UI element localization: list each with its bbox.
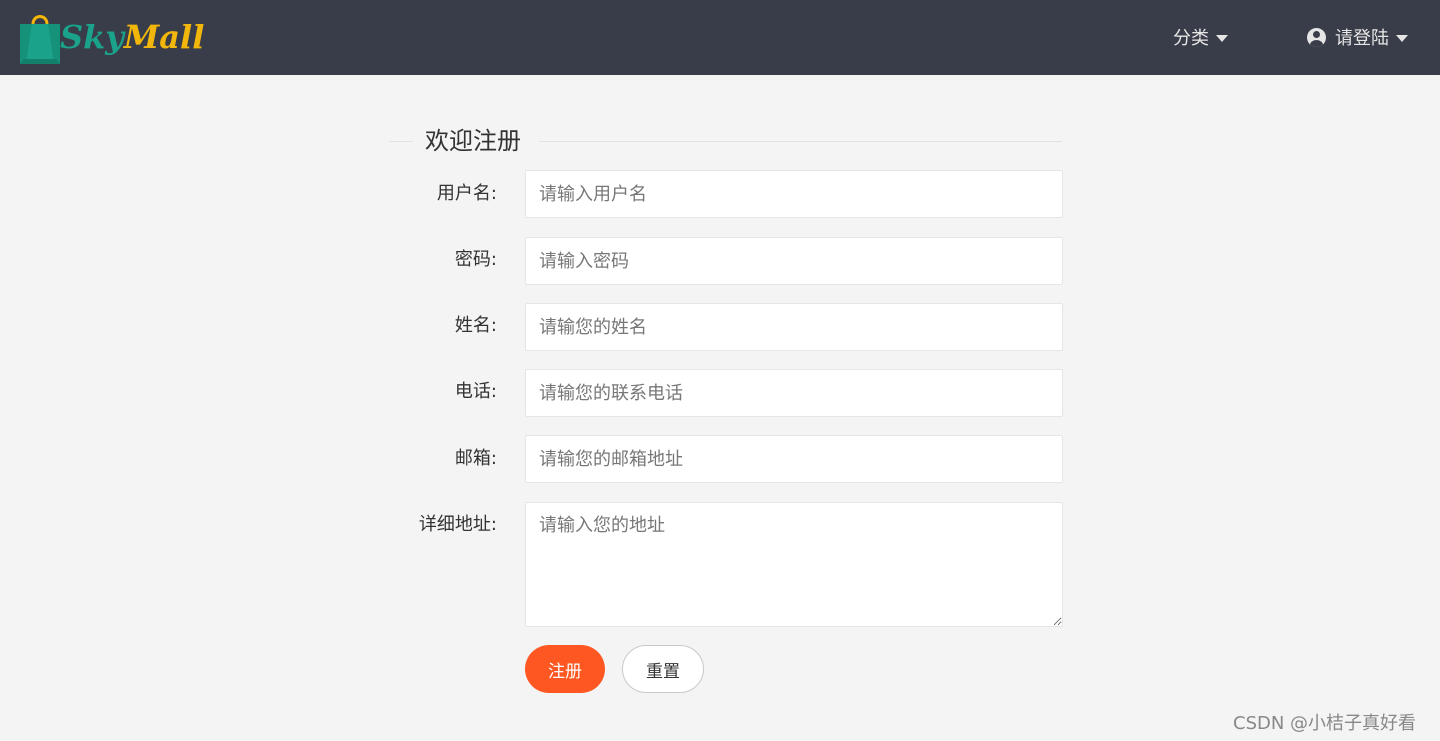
logo-text-sky: Sky: [60, 18, 124, 56]
form-title: 欢迎注册: [425, 127, 521, 155]
register-button[interactable]: 注册: [525, 645, 605, 693]
legend-divider-left: [389, 141, 413, 142]
phone-input[interactable]: [525, 369, 1063, 417]
name-label: 姓名:: [454, 315, 497, 336]
email-input[interactable]: [525, 435, 1063, 483]
nav-category-label: 分类: [1173, 28, 1209, 49]
skymall-logo[interactable]: SkyMall: [20, 12, 204, 64]
phone-label: 电话:: [454, 381, 497, 402]
address-label: 详细地址:: [418, 514, 497, 535]
email-label: 邮箱:: [454, 448, 497, 469]
logo-text-mall: Mall: [123, 18, 205, 56]
nav-login-menu[interactable]: 请登陆: [1307, 24, 1408, 50]
username-label: 用户名:: [436, 183, 497, 204]
caret-down-icon: [1396, 34, 1408, 42]
reset-button[interactable]: 重置: [622, 645, 704, 693]
legend-divider-right: [539, 141, 1062, 142]
caret-down-icon: [1216, 34, 1228, 42]
nav-login-label: 请登陆: [1335, 28, 1389, 49]
user-avatar-icon: [1307, 27, 1326, 47]
name-input[interactable]: [525, 303, 1063, 351]
nav-category-menu[interactable]: 分类: [1173, 24, 1228, 50]
shopping-bag-icon: [20, 15, 60, 64]
watermark-text: CSDN @小桔子真好看: [1233, 713, 1417, 734]
password-input[interactable]: [525, 237, 1063, 285]
logo-wordmark: SkyMall: [60, 18, 204, 56]
top-navbar: SkyMall 分类 请登陆: [0, 0, 1440, 75]
password-label: 密码:: [454, 249, 497, 270]
username-input[interactable]: [525, 170, 1063, 218]
address-textarea[interactable]: [525, 502, 1063, 627]
